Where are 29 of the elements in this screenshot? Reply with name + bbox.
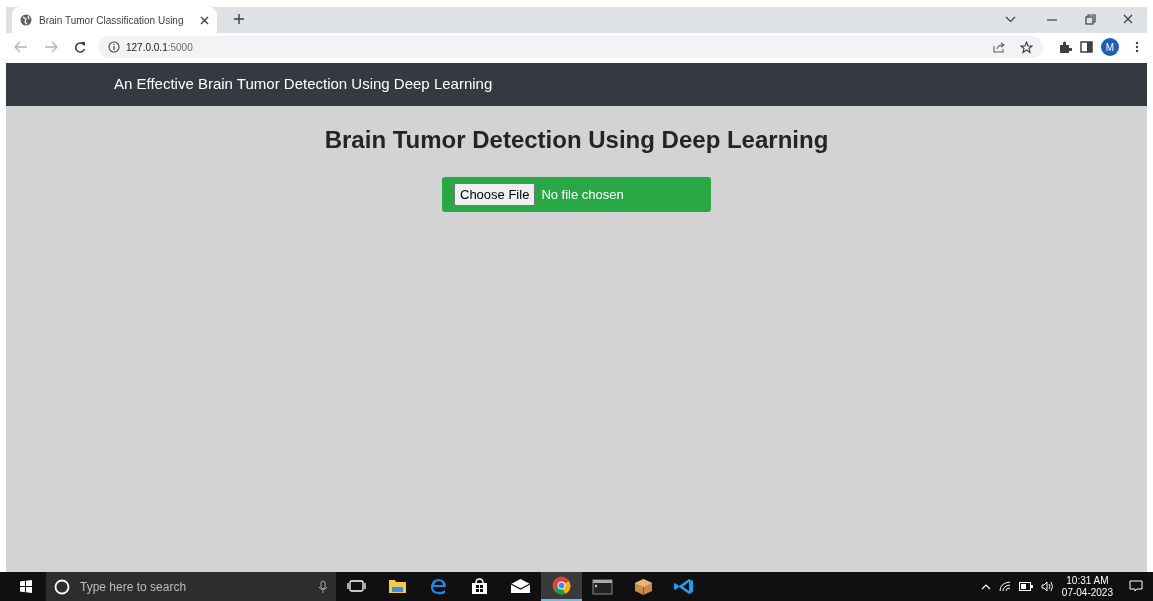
search-field[interactable]: Type here to search [78, 576, 310, 597]
profile-avatar[interactable]: M [1101, 38, 1119, 56]
close-icon[interactable] [200, 15, 209, 25]
cortana-circle-icon [54, 578, 70, 595]
wifi-icon[interactable] [998, 581, 1011, 592]
navbar-brand-text[interactable]: An Effective Brain Tumor Detection Using Deep Learning [114, 73, 493, 96]
choose-file-button[interactable]: Choose File [454, 182, 536, 207]
clock-text[interactable]: 10:31 AM 07-04-2023 [1061, 574, 1113, 599]
notification-icon[interactable] [1129, 580, 1143, 593]
file-status-text: No file chosen [541, 185, 624, 204]
info-icon [108, 41, 120, 53]
microphone-icon[interactable] [318, 579, 328, 594]
star-icon[interactable] [1020, 40, 1033, 54]
more-options-icon[interactable] [1135, 41, 1139, 53]
volume-icon[interactable] [1040, 581, 1054, 592]
url-text: 127.0.0.1:5000 [126, 40, 193, 55]
battery-icon[interactable] [1018, 582, 1033, 591]
puzzle-icon[interactable] [1059, 40, 1072, 54]
side-panel-icon[interactable] [1080, 41, 1093, 53]
globe-icon [20, 14, 32, 26]
reload-icon[interactable] [74, 41, 86, 53]
chevron-up-icon[interactable] [980, 583, 991, 590]
page-heading: Brain Tumor Detection Using Deep Learning [324, 126, 829, 155]
new-tab-icon[interactable] [233, 13, 245, 25]
share-icon[interactable] [992, 41, 1006, 53]
browser-tab[interactable]: Brain Tumor Classification Using [12, 7, 217, 33]
address-bar[interactable]: 127.0.0.1:5000 [98, 36, 1043, 58]
chrome-browser-icon[interactable] [541, 572, 582, 601]
taskbar-search-box[interactable]: Type here to search [46, 572, 336, 601]
